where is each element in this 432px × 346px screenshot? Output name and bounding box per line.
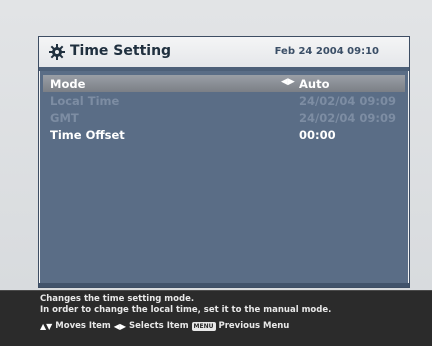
gear-icon bbox=[49, 44, 65, 60]
setting-value: 24/02/04 09:09 bbox=[299, 111, 397, 125]
selects-item-label: Selects Item bbox=[129, 321, 189, 331]
setting-row-mode[interactable]: Mode ◀▶ Auto bbox=[43, 75, 405, 92]
current-datetime: Feb 24 2004 09:10 bbox=[274, 46, 379, 57]
up-down-arrows-icon: ▲▼ bbox=[40, 321, 53, 331]
help-text-line1: Changes the time setting mode. bbox=[40, 294, 195, 304]
setting-label: Local Time bbox=[50, 94, 120, 108]
left-right-arrows-icon: ◀▶ bbox=[281, 77, 295, 87]
panel-header: Time Setting Feb 24 2004 09:10 bbox=[39, 37, 409, 71]
help-text-line2: In order to change the local time, set i… bbox=[40, 305, 332, 315]
setting-row-time-offset[interactable]: Time Offset 00:00 bbox=[43, 126, 405, 143]
setting-row-local-time: Local Time 24/02/04 09:09 bbox=[43, 92, 405, 109]
previous-menu-label: Previous Menu bbox=[218, 321, 290, 331]
setting-value: 00:00 bbox=[299, 128, 336, 142]
time-setting-panel: Time Setting Feb 24 2004 09:10 Mode ◀▶ A… bbox=[38, 36, 410, 288]
setting-label: Mode bbox=[50, 77, 86, 91]
left-right-arrows-icon: ◀▶ bbox=[113, 321, 127, 331]
moves-item-label: Moves Item bbox=[55, 321, 111, 331]
setting-row-gmt: GMT 24/02/04 09:09 bbox=[43, 109, 405, 126]
setting-value: Auto bbox=[299, 77, 330, 91]
setting-value: 24/02/04 09:09 bbox=[299, 94, 397, 108]
settings-list: Mode ◀▶ Auto Local Time 24/02/04 09:09 G… bbox=[43, 75, 405, 143]
panel-bottom-bar bbox=[39, 283, 409, 287]
setting-label: Time Offset bbox=[50, 128, 125, 142]
help-footer: Changes the time setting mode. In order … bbox=[0, 290, 432, 346]
key-hints: ▲▼ Moves Item ◀▶ Selects Item MENU Previ… bbox=[40, 321, 289, 332]
page-title: Time Setting bbox=[70, 43, 172, 59]
setting-label: GMT bbox=[50, 111, 79, 125]
menu-key-icon: MENU bbox=[191, 321, 216, 331]
